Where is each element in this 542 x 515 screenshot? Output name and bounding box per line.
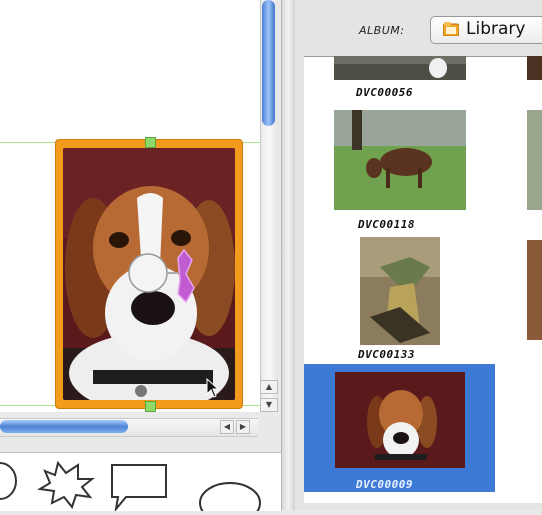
photo-thumb-dvc00118[interactable]	[334, 110, 466, 210]
mouse-pointer-icon	[206, 378, 220, 398]
photo-thumb-dvc00133[interactable]	[360, 237, 440, 345]
album-label: ALBUM:	[359, 24, 405, 37]
photo-caption: DVC00118	[358, 218, 415, 231]
resize-handle-bottom[interactable]	[145, 401, 156, 412]
speech-rectangle-shape[interactable]	[111, 464, 167, 513]
thought-bubble-shape[interactable]	[0, 462, 17, 500]
vertical-scroll-thumb[interactable]	[262, 0, 275, 126]
library-folder-icon	[443, 22, 459, 36]
arrow-left-icon[interactable]: ◀	[220, 420, 234, 434]
photo-thumb-dvc00009[interactable]	[335, 372, 465, 468]
photo-caption: DVC00133	[358, 348, 415, 361]
resize-handle-top[interactable]	[145, 137, 156, 148]
photo-caption: DVC00056	[356, 86, 413, 99]
pane-splitter[interactable]	[281, 0, 296, 510]
horizontal-scroll-thumb[interactable]	[0, 420, 128, 433]
rotate-knob-icon[interactable]	[126, 244, 206, 308]
photo-thumb-partial[interactable]	[527, 56, 542, 80]
burst-shape[interactable]	[37, 460, 95, 510]
photo-caption-selected: DVC00009	[356, 478, 413, 491]
photo-thumb-partial[interactable]	[527, 110, 542, 210]
oval-shape[interactable]	[199, 482, 261, 515]
arrow-right-icon[interactable]: ▶	[236, 420, 250, 434]
shapes-tray-items	[0, 460, 261, 515]
arrow-down-icon[interactable]: ▼	[260, 398, 278, 412]
photo-thumb-partial[interactable]	[527, 240, 542, 340]
photo-thumb-dvc00056[interactable]	[334, 56, 466, 80]
album-dropdown-value: Library	[466, 19, 526, 39]
shapes-tray	[0, 452, 282, 515]
arrow-up-icon[interactable]: ▲	[260, 380, 278, 394]
